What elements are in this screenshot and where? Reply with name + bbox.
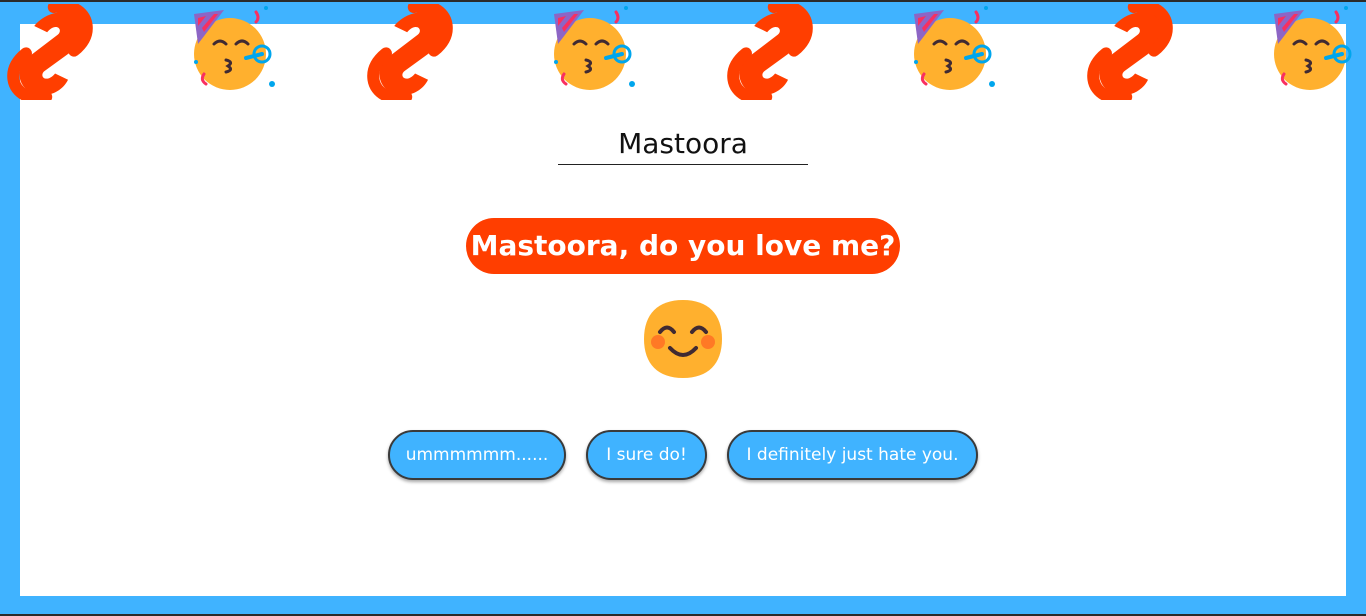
yes-button[interactable]: I sure do! [586,430,707,480]
smiling-face-icon [644,300,722,378]
partying-face-icon [554,6,635,90]
name-input[interactable] [558,124,808,162]
svelte-logo-icon [7,4,93,100]
svelte-logo-icon [727,4,813,100]
name-field-wrapper [558,124,808,165]
partying-face-icon [1274,6,1352,90]
decoration-banner [0,0,1366,110]
partying-face-icon [914,6,995,90]
svelte-logo-icon [1087,4,1173,100]
maybe-button[interactable]: ummmmmm...... [388,430,566,480]
no-button[interactable]: I definitely just hate you. [727,430,978,480]
question-banner: Mastoora, do you love me? [466,218,900,274]
svelte-logo-icon [367,4,453,100]
partying-face-icon [194,6,275,90]
